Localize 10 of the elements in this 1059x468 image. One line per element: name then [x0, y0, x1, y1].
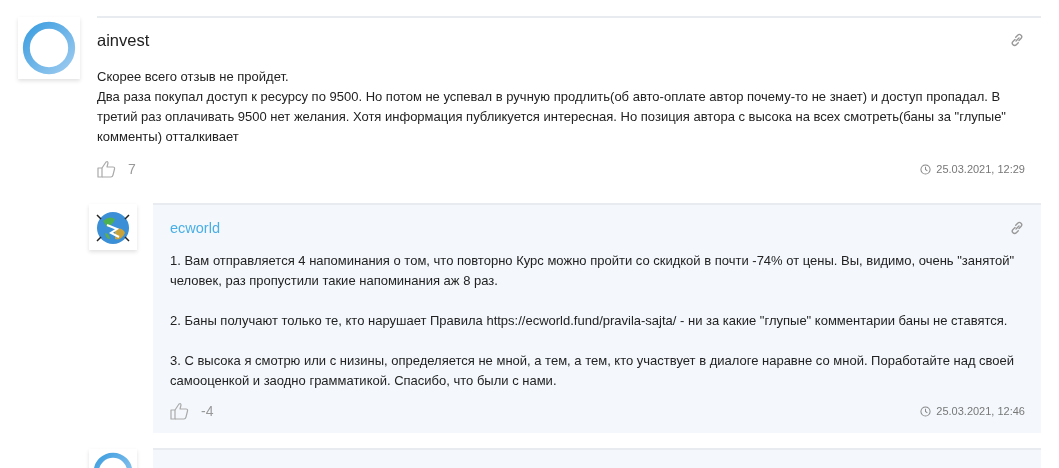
comment-text: 3. С высока я смотрю или с низины, определяется не мной, а тем, а тем, кто участвует в диалоге наравне со мной. Поработайте над своей самооценкой и заодно грамматикой. Спасибо, что были с нами.: [170, 352, 1016, 390]
comment-date: 25.03.2021, 12:46: [936, 405, 1025, 417]
comment-text: 1. Вам отправляется 4 напоминания о том, что повторно Курс можно пройти со скидкой в почти -74% от цены. Вы, видимо, очень "занятой" человек, раз пропустили такие напоминания аж 8 раз.: [170, 252, 1016, 290]
comment-text: Скорее всего отзыв не пройдет. Два раза покупал доступ к ресурсу по 9500. Но потом не успевал в ручную продлить(об авто-оплате автор почему-то не знает) и доступ пропадал. В третий раз оплачивать 9500 нет желания. Хотя информация публикуется интересная. Но позиция автора с высока на всех смотреть(баны за "глупые" комменты) отталкивает: [97, 68, 1007, 146]
comment-text: 2. Баны получают только те, кто нарушает Правила https://ecworld.fund/pravila-sajta/ - ни за какие "глупые" комментарии баны не ставятся.: [170, 312, 1009, 330]
like-count: -4: [201, 403, 214, 419]
like-count: 7: [128, 161, 136, 177]
author-name[interactable]: ecworld: [170, 220, 220, 236]
comment-date: 25.03.2021, 12:29: [936, 163, 1025, 175]
author-name: ainvest: [97, 30, 150, 50]
